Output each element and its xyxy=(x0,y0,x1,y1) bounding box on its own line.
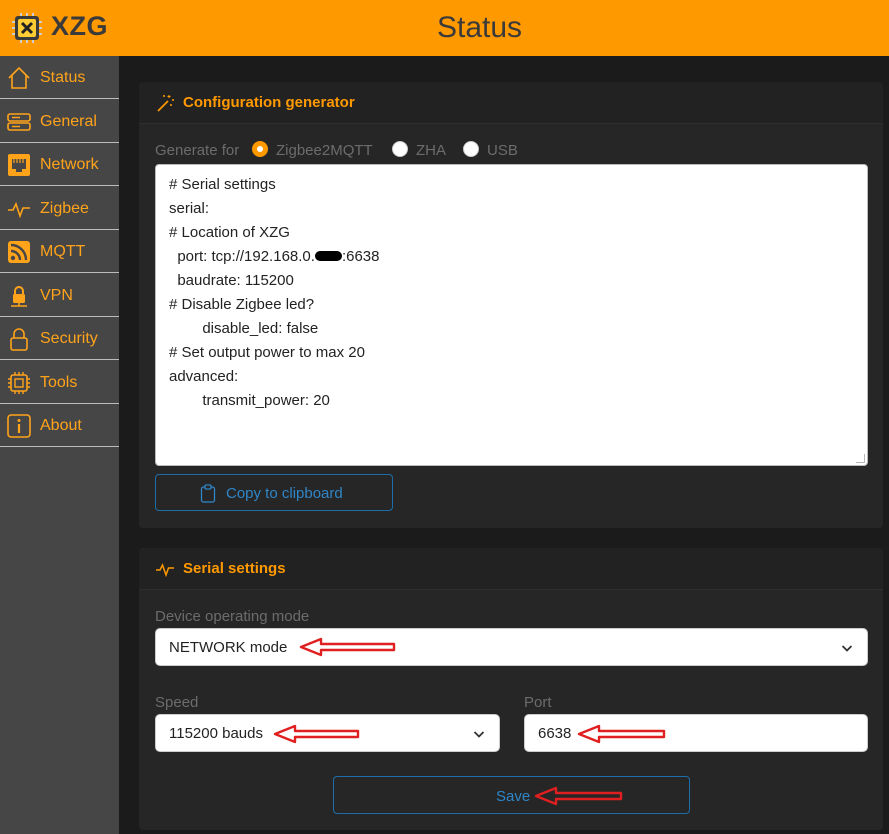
sidebar-item-network[interactable]: Network xyxy=(0,143,119,186)
chevron-down-icon xyxy=(841,645,853,652)
operating-mode-select[interactable]: NETWORK mode xyxy=(155,628,868,666)
info-icon xyxy=(7,414,31,438)
operating-mode-value: NETWORK mode xyxy=(169,639,288,656)
code-line: # Disable Zigbee led? xyxy=(169,296,315,313)
clipboard-icon xyxy=(200,484,216,503)
lock-icon xyxy=(10,328,28,351)
sidebar-item-label: Zigbee xyxy=(40,200,89,217)
port-input[interactable]: 6638 xyxy=(524,714,868,752)
code-line: serial: xyxy=(169,200,210,217)
activity-icon xyxy=(156,563,174,578)
annotation-arrow-icon xyxy=(577,724,666,744)
code-line: advanced: xyxy=(169,368,239,385)
code-line: # Location of XZG xyxy=(169,224,290,241)
speed-value: 115200 bauds xyxy=(169,725,263,742)
mode-label: Device operating mode xyxy=(155,608,310,625)
ethernet-icon xyxy=(8,154,30,176)
card-title: Configuration generator xyxy=(183,94,355,111)
vpn-lock-icon xyxy=(11,286,27,307)
sidebar-item-mqtt[interactable]: MQTT xyxy=(0,230,119,273)
radio-label-zigbee2mqtt: Zigbee2MQTT xyxy=(276,142,373,159)
config-generator-card: Configuration generator Generate for Zig… xyxy=(139,82,883,528)
card-title: Serial settings xyxy=(183,560,286,577)
sidebar-item-label: Status xyxy=(40,69,86,86)
save-button-label: Save xyxy=(496,788,531,805)
code-line: transmit_power: 20 xyxy=(169,392,330,409)
sidebar-item-label: MQTT xyxy=(40,243,86,260)
port-value: 6638 xyxy=(538,725,572,742)
sidebar-item-about[interactable]: About xyxy=(0,404,119,447)
radio-usb[interactable] xyxy=(463,141,479,157)
sidebar-item-label: VPN xyxy=(40,287,73,304)
copy-to-clipboard-button[interactable]: Copy to clipboard xyxy=(155,474,393,511)
sidebar-item-tools[interactable]: Tools xyxy=(0,361,119,404)
card-header: Serial settings xyxy=(139,548,883,590)
sidebar-item-label: Tools xyxy=(40,374,78,391)
sidebar-item-general[interactable]: General xyxy=(0,100,119,143)
speed-label: Speed xyxy=(155,694,199,711)
rss-icon xyxy=(8,241,30,263)
server-icon xyxy=(7,113,31,131)
resize-grip-icon[interactable] xyxy=(856,454,865,463)
card-header: Configuration generator xyxy=(139,82,883,124)
annotation-arrow-icon xyxy=(534,786,623,806)
save-button[interactable]: Save xyxy=(333,776,690,814)
sidebar-item-zigbee[interactable]: Zigbee xyxy=(0,187,119,230)
radio-label-usb: USB xyxy=(487,142,518,159)
top-header: XZG Status xyxy=(0,0,889,56)
code-line: baudrate: 115200 xyxy=(169,272,294,289)
activity-icon xyxy=(8,201,30,219)
config-textarea[interactable]: # Serial settings serial: # Location of XZ… xyxy=(155,164,868,466)
main-content: Configuration generator Generate for Zig… xyxy=(119,56,889,834)
radio-label-zha: ZHA xyxy=(416,142,446,159)
sidebar-item-label: Network xyxy=(40,156,99,173)
sidebar-item-label: Security xyxy=(40,330,98,347)
radio-zigbee2mqtt[interactable] xyxy=(252,141,268,157)
copy-button-label: Copy to clipboard xyxy=(226,485,343,502)
page-title: Status xyxy=(436,11,523,44)
port-label: Port xyxy=(524,694,552,711)
generate-for-label: Generate for xyxy=(155,142,240,159)
sidebar-item-label: General xyxy=(40,113,97,130)
sidebar-item-label: About xyxy=(40,417,82,434)
sidebar-item-vpn[interactable]: VPN xyxy=(0,274,119,317)
serial-settings-card: Serial settings Device operating mode NE… xyxy=(139,548,883,830)
code-line: # Serial settings xyxy=(169,176,276,193)
magic-wand-icon xyxy=(157,95,174,112)
redacted-block xyxy=(314,251,342,262)
radio-zha[interactable] xyxy=(392,141,408,157)
chip-icon xyxy=(8,372,30,394)
sidebar-item-security[interactable]: Security xyxy=(0,317,119,360)
home-icon xyxy=(8,66,30,89)
annotation-arrow-icon xyxy=(273,724,360,744)
annotation-arrow-icon xyxy=(299,637,396,657)
code-line: disable_led: false xyxy=(169,320,319,337)
chevron-down-icon xyxy=(473,731,485,738)
sidebar: Status General Network Zigbee MQTT VPN S… xyxy=(0,56,119,834)
code-line-port: port: tcp://192.168.0.:6638 xyxy=(169,248,380,265)
sidebar-item-status[interactable]: Status xyxy=(0,56,119,99)
code-line: # Set output power to max 20 xyxy=(169,344,365,361)
